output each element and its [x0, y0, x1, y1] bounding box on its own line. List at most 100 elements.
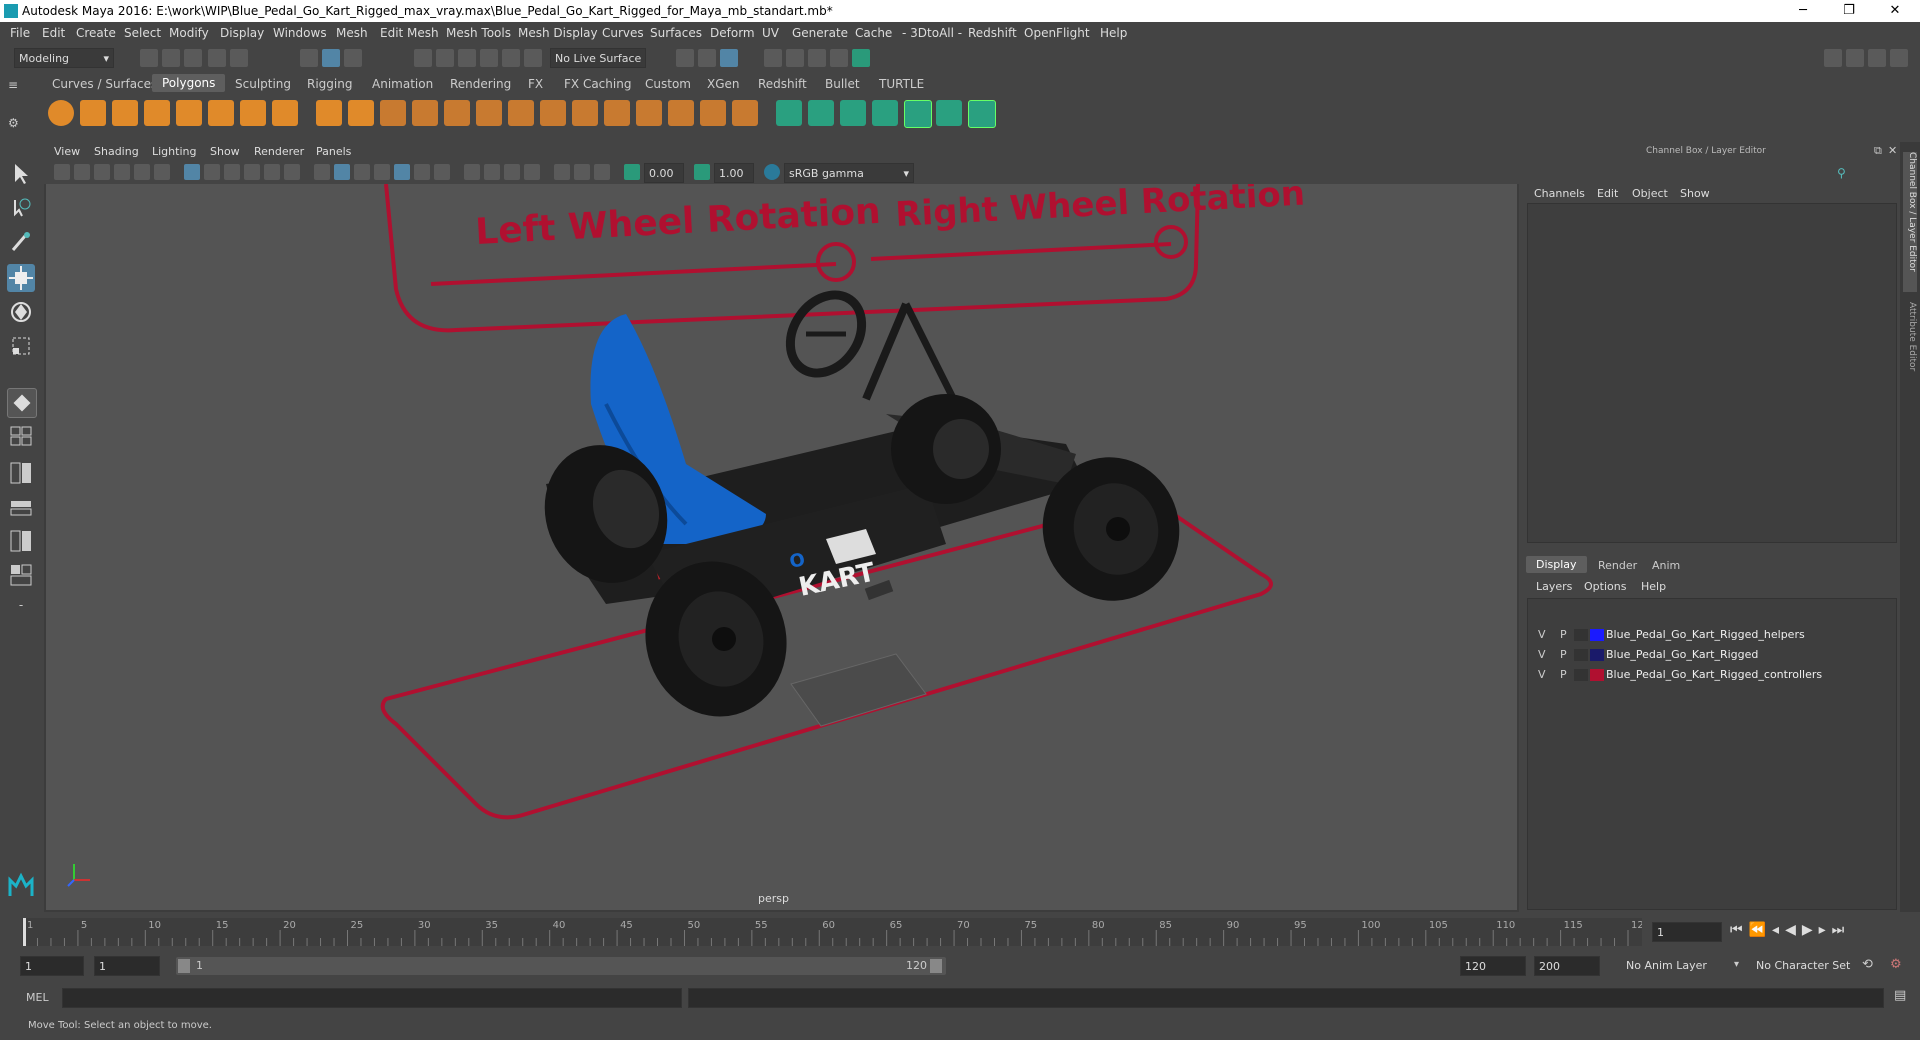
character-set-dropdown[interactable]: No Character Set: [1752, 956, 1876, 976]
cb-menu-show[interactable]: Show: [1680, 187, 1710, 200]
rotate-tool-icon[interactable]: [7, 298, 35, 326]
hamburger-icon[interactable]: ≡: [8, 78, 18, 92]
menu-deform[interactable]: Deform: [710, 26, 755, 40]
layer-menu-options[interactable]: Options: [1584, 580, 1626, 593]
append-icon[interactable]: [572, 100, 598, 126]
tab-curves-surfaces[interactable]: Curves / Surfaces: [52, 77, 157, 91]
menu-redshift[interactable]: Redshift: [968, 26, 1017, 40]
layer-tab-render[interactable]: Render: [1598, 559, 1637, 572]
move-tool-icon[interactable]: [7, 264, 35, 292]
menu-help[interactable]: Help: [1100, 26, 1127, 40]
wireframe-icon[interactable]: [314, 164, 330, 180]
playback-end-field[interactable]: 120: [1460, 956, 1526, 976]
menu-cache[interactable]: Cache: [855, 26, 892, 40]
snap-grid-icon[interactable]: [414, 49, 432, 67]
menu-3dtoall[interactable]: - 3DtoAll -: [902, 26, 962, 40]
tab-xgen[interactable]: XGen: [707, 77, 740, 91]
redo-icon[interactable]: [230, 49, 248, 67]
single-pane-layout-icon[interactable]: [7, 424, 35, 448]
step-forward-frame-icon[interactable]: ▸: [1819, 922, 1832, 938]
isolate-select-icon[interactable]: [524, 164, 540, 180]
poly-cone-icon[interactable]: [144, 100, 170, 126]
layer-row[interactable]: V P Blue_Pedal_Go_Kart_Rigged_helpers: [1528, 625, 1896, 645]
poly-pipe-icon[interactable]: [272, 100, 298, 126]
current-time-marker[interactable]: [23, 918, 26, 946]
tab-custom[interactable]: Custom: [645, 77, 691, 91]
depth-of-field-icon[interactable]: [504, 164, 520, 180]
layer-row[interactable]: V P Blue_Pedal_Go_Kart_Rigged_controller…: [1528, 665, 1896, 685]
gate-mask-icon[interactable]: [244, 164, 260, 180]
scale-tool-icon[interactable]: [7, 332, 35, 360]
xray-icon[interactable]: [554, 164, 570, 180]
poly-sphere-icon[interactable]: [48, 100, 74, 126]
bookmark-icon[interactable]: [94, 164, 110, 180]
anim-layer-dropdown[interactable]: No Anim Layer: [1622, 956, 1742, 976]
render-view-icon[interactable]: [764, 49, 782, 67]
layer-name[interactable]: Blue_Pedal_Go_Kart_Rigged: [1606, 648, 1758, 661]
persp-outliner-layout-icon[interactable]: [7, 498, 35, 518]
layer-color-swatch[interactable]: [1590, 629, 1604, 641]
camera-attributes-icon[interactable]: [74, 164, 90, 180]
start-time-field[interactable]: 1: [20, 956, 84, 976]
anti-aliasing-icon[interactable]: [484, 164, 500, 180]
tab-turtle[interactable]: TURTLE: [879, 77, 924, 91]
paint-select-tool-icon[interactable]: [7, 228, 35, 256]
bevel-icon[interactable]: [508, 100, 534, 126]
select-tool-icon[interactable]: [7, 160, 35, 188]
new-scene-icon[interactable]: [140, 49, 158, 67]
layer-tab-display[interactable]: Display: [1526, 556, 1587, 573]
uv-planar-icon[interactable]: [776, 100, 802, 126]
screen-space-ao-icon[interactable]: [434, 164, 450, 180]
hypershade-layout-icon[interactable]: [7, 562, 35, 588]
select-by-hierarchy-icon[interactable]: [300, 49, 318, 67]
layer-tab-anim[interactable]: Anim: [1652, 559, 1680, 572]
boolean-icon[interactable]: [412, 100, 438, 126]
select-by-component-icon[interactable]: [344, 49, 362, 67]
uv-automatic-icon[interactable]: [872, 100, 898, 126]
camera-select-icon[interactable]: [54, 164, 70, 180]
live-surface-field[interactable]: No Live Surface: [550, 48, 646, 68]
menu-file[interactable]: File: [10, 26, 30, 40]
field-chart-icon[interactable]: [264, 164, 280, 180]
tab-rendering[interactable]: Rendering: [450, 77, 511, 91]
wireframe-on-shaded-icon[interactable]: [354, 164, 370, 180]
vp-menu-panels[interactable]: Panels: [316, 145, 351, 158]
layer-name[interactable]: Blue_Pedal_Go_Kart_Rigged_controllers: [1606, 668, 1822, 681]
end-time-field[interactable]: 200: [1534, 956, 1600, 976]
layer-row[interactable]: V P Blue_Pedal_Go_Kart_Rigged: [1528, 645, 1896, 665]
step-back-frame-icon[interactable]: ◂: [1772, 922, 1785, 938]
go-to-end-icon[interactable]: ⏭: [1832, 922, 1851, 938]
layer-menu-help[interactable]: Help: [1641, 580, 1666, 593]
collapse-toolbox-icon[interactable]: -: [7, 598, 35, 620]
gamma-field[interactable]: 1.00: [714, 163, 754, 183]
poly-pyramid-icon[interactable]: [240, 100, 266, 126]
two-d-pan-zoom-icon[interactable]: [134, 164, 150, 180]
menu-windows[interactable]: Windows: [273, 26, 327, 40]
layer-playback-toggle[interactable]: P: [1560, 628, 1567, 641]
script-editor-icon[interactable]: ▤: [1894, 988, 1906, 1003]
step-back-key-icon[interactable]: ⏪: [1749, 922, 1772, 938]
maximize-button[interactable]: ❐: [1826, 0, 1872, 22]
use-all-lights-icon[interactable]: [394, 164, 410, 180]
vp-menu-view[interactable]: View: [54, 145, 80, 158]
tab-animation[interactable]: Animation: [372, 77, 433, 91]
resolution-gate-icon[interactable]: [224, 164, 240, 180]
layer-visibility-toggle[interactable]: V: [1538, 628, 1546, 641]
separate-icon[interactable]: [348, 100, 374, 126]
layer-playback-toggle[interactable]: P: [1560, 668, 1567, 681]
four-pane-layout-icon[interactable]: [7, 460, 35, 486]
command-language-label[interactable]: MEL: [26, 991, 49, 1004]
smooth-icon[interactable]: [380, 100, 406, 126]
time-slider-track[interactable]: 1 5 10 15 20 25 30 35 40 45 50 55 60 65 70 75 80 85 90 95 10…: [22, 918, 1650, 946]
textured-icon[interactable]: [374, 164, 390, 180]
xray-joints-icon[interactable]: [574, 164, 590, 180]
multi-cut-icon[interactable]: [636, 100, 662, 126]
panel-layout-icon[interactable]: [1868, 49, 1886, 67]
smooth-shade-icon[interactable]: [334, 164, 350, 180]
go-to-start-icon[interactable]: ⏮: [1730, 922, 1749, 938]
snap-surface-icon[interactable]: [524, 49, 542, 67]
cb-menu-edit[interactable]: Edit: [1597, 187, 1618, 200]
animation-prefs-icon[interactable]: ⚙: [1890, 957, 1902, 972]
range-slider-bar[interactable]: 1 120: [176, 957, 946, 975]
layer-playback-toggle[interactable]: P: [1560, 648, 1567, 661]
